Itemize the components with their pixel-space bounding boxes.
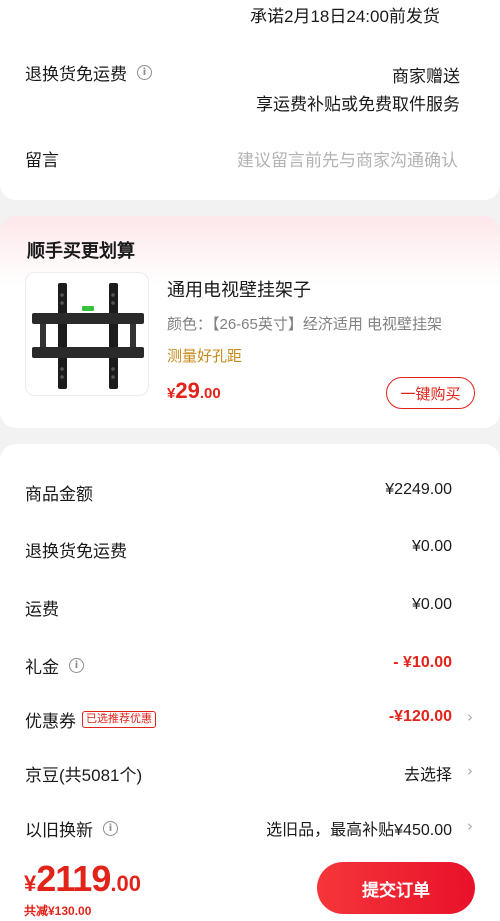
coupon-tag: 已选推荐优惠	[82, 711, 156, 728]
summary-row-goods-amount: 商品金额	[25, 485, 93, 504]
summary-row-shipping: 运费	[25, 600, 59, 619]
return-shipping-row: 退换货免运费 i	[25, 60, 152, 85]
summary-value-jingdou[interactable]: 去选择	[404, 761, 452, 785]
total-discount: 共减¥130.00	[24, 904, 92, 918]
chevron-right-icon[interactable]: ›	[467, 762, 473, 780]
return-shipping-detail: 享运费补贴或免费取件服务	[256, 95, 460, 114]
product-note: 测量好孔距	[167, 348, 243, 365]
info-icon[interactable]: i	[69, 658, 84, 673]
summary-row-trade-in[interactable]: 以旧换新 i	[25, 816, 118, 841]
product-price: ¥29.00	[167, 378, 221, 403]
summary-row-jingdou[interactable]: 京豆(共5081个)	[25, 761, 142, 786]
summary-row-coupon[interactable]: 优惠券 已选推荐优惠	[25, 707, 156, 732]
summary-row-return-shipping: 退换货免运费	[25, 542, 127, 561]
message-input[interactable]: 建议留言前先与商家沟通确认	[237, 146, 458, 171]
product-name[interactable]: 通用电视壁挂架子	[167, 276, 311, 302]
chevron-right-icon[interactable]: ›	[467, 817, 473, 835]
summary-value-return-shipping: ¥0.00	[411, 538, 452, 555]
tv-wall-mount-image[interactable]	[25, 272, 149, 396]
return-shipping-label: 退换货免运费	[25, 65, 127, 84]
summary-row-gift-money: 礼金 i	[25, 653, 84, 678]
submit-order-button[interactable]: 提交订单	[317, 862, 475, 914]
summary-value-gift-money: - ¥10.00	[393, 654, 452, 671]
summary-value-shipping: ¥0.00	[411, 596, 452, 613]
chevron-right-icon[interactable]: ›	[467, 708, 473, 726]
product-spec: 颜色：【26-65英寸】经济适用 电视壁挂架	[167, 316, 443, 333]
one-click-buy-button[interactable]: 一键购买	[386, 377, 475, 409]
summary-value-goods-amount: ¥2249.00	[385, 481, 452, 498]
info-icon[interactable]: i	[103, 821, 118, 836]
bundle-title: 顺手买更划算	[27, 241, 135, 261]
info-icon[interactable]: i	[137, 65, 152, 80]
summary-value-coupon[interactable]: -¥120.00	[389, 708, 452, 726]
total-price: ¥2119.00	[24, 858, 141, 899]
return-shipping-value: 商家赠送	[392, 67, 460, 86]
message-label: 留言	[25, 151, 59, 170]
summary-value-trade-in[interactable]: 选旧品，最高补贴¥450.00	[266, 816, 452, 840]
shipping-promise: 承诺2月18日24:00前发货	[250, 7, 440, 26]
